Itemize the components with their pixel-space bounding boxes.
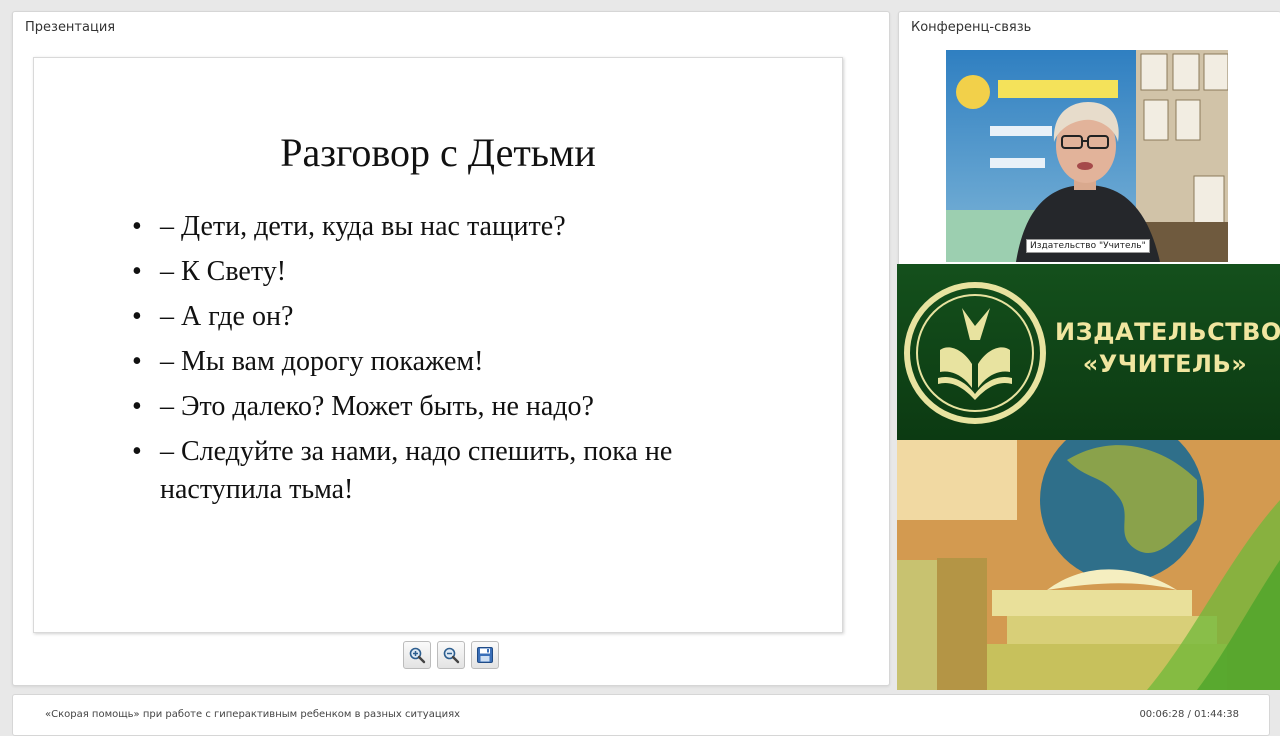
slide-bullet: – Это далеко? Может быть, не надо? [132, 388, 772, 426]
webcam-scene [946, 50, 1228, 262]
slide: Разговор с Детьми – Дети, дети, куда вы … [33, 57, 843, 633]
zoom-out-icon [443, 647, 460, 664]
zoom-out-button[interactable] [437, 641, 465, 669]
zoom-in-button[interactable] [403, 641, 431, 669]
slide-bullet: – Следуйте за нами, надо спешить, пока н… [132, 433, 772, 509]
player-footer: «Скорая помощь» при работе с гиперактивн… [12, 694, 1270, 736]
slide-bullet: – Мы вам дорогу покажем! [132, 343, 772, 381]
webinar-title: «Скорая помощь» при работе с гиперактивн… [45, 709, 461, 720]
conference-panel: Конференц-связь Издательство "Учитель" [898, 11, 1280, 268]
slide-bullet: – А где он? [132, 298, 772, 336]
publisher-name-line: ИЗДАТЕЛЬСТВО [1055, 318, 1280, 346]
playback-time: 00:06:28 / 01:44:38 [1139, 709, 1239, 720]
publisher-logo-icon [904, 282, 1046, 424]
publisher-banner: ИЗДАТЕЛЬСТВО «УЧИТЕЛЬ» [897, 264, 1280, 440]
participant-name-label: Издательство "Учитель" [1026, 239, 1150, 253]
presentation-panel: Презентация Разговор с Детьми – Дети, де… [12, 11, 890, 686]
conference-panel-title: Конференц-связь [911, 20, 1032, 35]
slide-bullet: – Дети, дети, куда вы нас тащите? [132, 208, 772, 246]
publisher-name: ИЗДАТЕЛЬСТВО «УЧИТЕЛЬ» [1055, 316, 1280, 380]
slide-bullet: – К Свету! [132, 253, 772, 291]
save-icon [477, 647, 493, 663]
save-button[interactable] [471, 641, 499, 669]
books-globe-illustration [897, 440, 1280, 690]
presentation-panel-title: Презентация [25, 20, 116, 35]
publisher-name-line: «УЧИТЕЛЬ» [1082, 350, 1248, 378]
webcam-video: Издательство "Учитель" [946, 50, 1228, 262]
slide-title: Разговор с Детьми [280, 130, 596, 175]
zoom-in-icon [409, 647, 426, 664]
books-image [897, 440, 1280, 690]
slide-bullet-list: – Дети, дети, куда вы нас тащите? – К Св… [132, 208, 772, 516]
